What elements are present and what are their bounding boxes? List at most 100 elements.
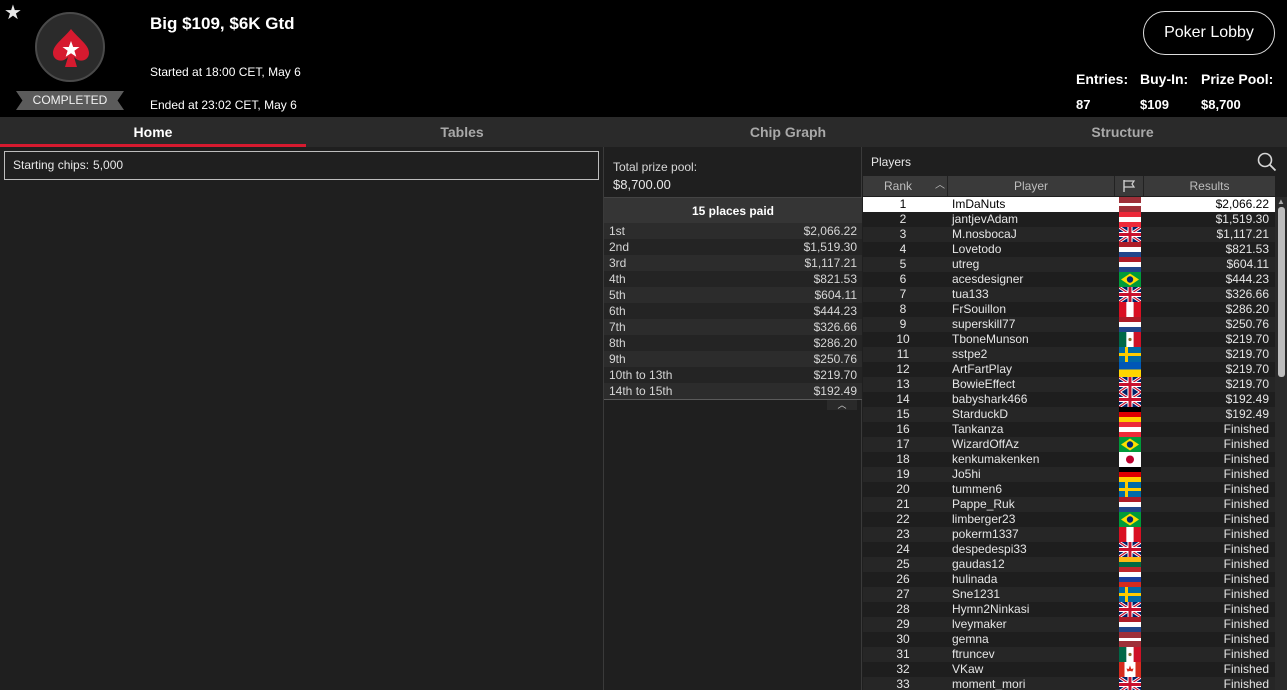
sort-asc-icon[interactable]: ︿ bbox=[933, 176, 947, 196]
payout-place: 3rd bbox=[609, 256, 627, 270]
peru-flag-icon bbox=[1119, 527, 1141, 542]
start-time: Started at 18:00 CET, May 6 bbox=[150, 65, 301, 79]
player-row[interactable]: 1 ImDaNuts $2,066.22 bbox=[863, 197, 1275, 212]
player-row[interactable]: 13 BowieEffect $219.70 bbox=[863, 377, 1275, 392]
player-row[interactable]: 15 StarduckD $192.49 bbox=[863, 407, 1275, 422]
netherlands-flag-icon bbox=[1119, 242, 1141, 257]
player-row[interactable]: 2 jantjevAdam $1,519.30 bbox=[863, 212, 1275, 227]
end-time: Ended at 23:02 CET, May 6 bbox=[150, 98, 297, 112]
player-row[interactable]: 26 hulinada Finished bbox=[863, 572, 1275, 587]
player-row[interactable]: 23 pokerm1337 Finished bbox=[863, 527, 1275, 542]
player-rank: 13 bbox=[896, 377, 910, 391]
player-row[interactable]: 17 WizardOffAz Finished bbox=[863, 437, 1275, 452]
player-row[interactable]: 19 Jo5hi Finished bbox=[863, 467, 1275, 482]
poker-lobby-button[interactable]: Poker Lobby bbox=[1143, 11, 1275, 55]
player-row[interactable]: 14 babyshark466 $192.49 bbox=[863, 392, 1275, 407]
player-name: despedespi33 bbox=[952, 542, 1027, 556]
player-name: hulinada bbox=[952, 572, 998, 586]
player-rank: 14 bbox=[896, 392, 910, 406]
player-row[interactable]: 25 gaudas12 Finished bbox=[863, 557, 1275, 572]
player-row[interactable]: 29 lveymaker Finished bbox=[863, 617, 1275, 632]
tournament-lobby-window: ★ COMPLETED Big $109, $6K Gtd Started at… bbox=[0, 0, 1287, 690]
player-column-header[interactable]: Player bbox=[948, 176, 1114, 196]
brazil-flag-icon bbox=[1119, 437, 1141, 452]
player-rank: 27 bbox=[896, 587, 910, 601]
buyin-value: $109 bbox=[1140, 97, 1169, 112]
tab-tables[interactable]: Tables bbox=[306, 117, 618, 147]
player-result: $192.49 bbox=[1225, 392, 1269, 406]
player-row[interactable]: 24 despedespi33 Finished bbox=[863, 542, 1275, 557]
payout-place: 2nd bbox=[609, 240, 630, 254]
player-row[interactable]: 3 M.nosbocaJ $1,117.21 bbox=[863, 227, 1275, 242]
player-rank: 15 bbox=[896, 407, 910, 421]
tab-bar: Home Tables Chip Graph Structure bbox=[0, 117, 1287, 147]
payout-place: 9th bbox=[609, 352, 626, 366]
player-result: Finished bbox=[1223, 647, 1269, 661]
player-row[interactable]: 7 tua133 $326.66 bbox=[863, 287, 1275, 302]
player-name: jantjevAdam bbox=[952, 212, 1019, 226]
player-row[interactable]: 8 FrSouillon $286.20 bbox=[863, 302, 1275, 317]
player-name: moment_mori bbox=[952, 677, 1026, 690]
player-rank: 3 bbox=[899, 227, 907, 241]
player-rank: 31 bbox=[896, 647, 910, 661]
player-name: gaudas12 bbox=[952, 557, 1005, 571]
player-row[interactable]: 33 moment_mori Finished bbox=[863, 677, 1275, 690]
favorite-star-icon[interactable]: ★ bbox=[4, 2, 22, 24]
prizepool-label: Prize Pool: bbox=[1201, 71, 1274, 87]
player-result: Finished bbox=[1223, 587, 1269, 601]
player-row[interactable]: 28 Hymn2Ninkasi Finished bbox=[863, 602, 1275, 617]
player-rank: 28 bbox=[896, 602, 910, 616]
scrollbar-thumb[interactable] bbox=[1278, 207, 1285, 377]
japan-flag-icon bbox=[1119, 452, 1141, 467]
player-row[interactable]: 27 Sne1231 Finished bbox=[863, 587, 1275, 602]
uk-flag-icon bbox=[1119, 377, 1141, 392]
search-icon[interactable] bbox=[1257, 152, 1277, 177]
netherlands-flag-icon bbox=[1119, 497, 1141, 512]
player-result: Finished bbox=[1223, 422, 1269, 436]
player-row[interactable]: 20 tummen6 Finished bbox=[863, 482, 1275, 497]
player-row[interactable]: 18 kenkumakenken Finished bbox=[863, 452, 1275, 467]
player-result: Finished bbox=[1223, 557, 1269, 571]
player-row[interactable]: 32 VKaw Finished bbox=[863, 662, 1275, 677]
results-column-header[interactable]: Results bbox=[1144, 176, 1275, 196]
player-row[interactable]: 22 limberger23 Finished bbox=[863, 512, 1275, 527]
player-result: Finished bbox=[1223, 452, 1269, 466]
austria-flag-icon bbox=[1119, 422, 1141, 437]
player-row[interactable]: 4 Lovetodo $821.53 bbox=[863, 242, 1275, 257]
pokerstars-logo bbox=[35, 12, 105, 82]
status-badge: COMPLETED bbox=[16, 91, 124, 110]
netherlands-flag-icon bbox=[1119, 317, 1141, 332]
player-row[interactable]: 21 Pappe_Ruk Finished bbox=[863, 497, 1275, 512]
player-row[interactable]: 31 ftruncev Finished bbox=[863, 647, 1275, 662]
player-row[interactable]: 5 utreg $604.11 bbox=[863, 257, 1275, 272]
rank-column-header[interactable]: Rank bbox=[863, 176, 933, 196]
player-row[interactable]: 16 Tankanza Finished bbox=[863, 422, 1275, 437]
player-row[interactable]: 30 gemna Finished bbox=[863, 632, 1275, 647]
player-row[interactable]: 12 ArtFartPlay $219.70 bbox=[863, 362, 1275, 377]
tab-home[interactable]: Home bbox=[0, 117, 306, 147]
player-name: StarduckD bbox=[952, 407, 1009, 421]
player-row[interactable]: 10 TboneMunson $219.70 bbox=[863, 332, 1275, 347]
germany-flag-icon bbox=[1119, 407, 1141, 422]
player-rank: 9 bbox=[899, 317, 907, 331]
payout-row: 6th $444.23 bbox=[604, 303, 862, 319]
player-result: Finished bbox=[1223, 527, 1269, 541]
player-rank: 10 bbox=[896, 332, 910, 346]
collapse-chevron-icon[interactable]: ︿ bbox=[827, 400, 857, 410]
peru-flag-icon bbox=[1119, 302, 1141, 317]
tournament-title: Big $109, $6K Gtd bbox=[150, 14, 295, 33]
player-name: WizardOffAz bbox=[952, 437, 1020, 451]
player-row[interactable]: 6 acesdesigner $444.23 bbox=[863, 272, 1275, 287]
player-row[interactable]: 11 sstpe2 $219.70 bbox=[863, 347, 1275, 362]
mexico-flag-icon bbox=[1119, 647, 1141, 662]
tab-chip-graph[interactable]: Chip Graph bbox=[618, 117, 958, 147]
flag-column-icon[interactable] bbox=[1115, 176, 1143, 196]
player-result: Finished bbox=[1223, 677, 1269, 690]
tab-structure[interactable]: Structure bbox=[958, 117, 1287, 147]
player-row[interactable]: 9 superskill77 $250.76 bbox=[863, 317, 1275, 332]
player-result: $604.11 bbox=[1226, 257, 1270, 271]
players-scrollbar[interactable]: ▲ bbox=[1275, 197, 1287, 690]
scroll-up-icon[interactable]: ▲ bbox=[1277, 197, 1285, 206]
payout-list: 1st $2,066.22 2nd $1,519.30 3rd $1,117.21 4th $… bbox=[604, 223, 862, 399]
player-result: $444.23 bbox=[1225, 272, 1269, 286]
